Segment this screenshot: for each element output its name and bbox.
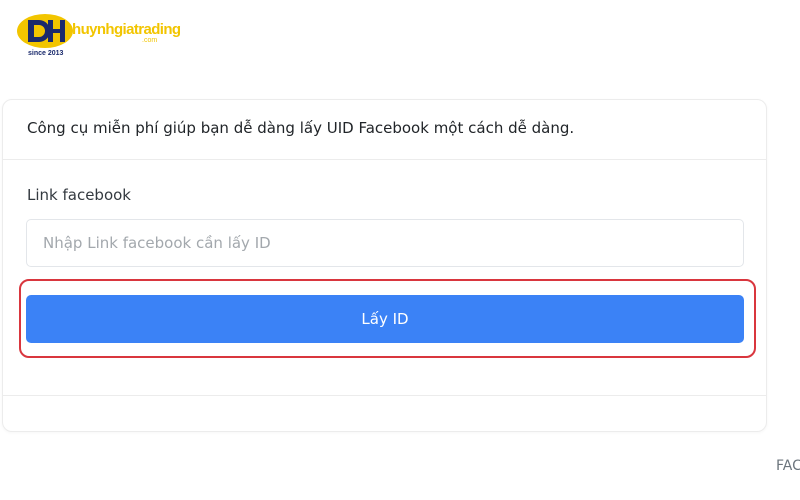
site-logo[interactable]: huynhgiatrading .com since 2013: [16, 12, 181, 60]
card-header: Công cụ miễn phí giúp bạn dễ dàng lấy UI…: [3, 100, 766, 160]
facebook-link-input[interactable]: [26, 219, 744, 267]
logo-mark-icon: [17, 14, 73, 48]
uid-tool-card: Công cụ miễn phí giúp bạn dễ dàng lấy UI…: [2, 99, 767, 432]
link-facebook-label: Link facebook: [27, 186, 131, 204]
logo-domain: .com: [142, 37, 158, 44]
edge-cutoff-text: FAC: [776, 458, 800, 474]
get-id-button[interactable]: Lấy ID: [26, 295, 744, 343]
logo-name: huynhgiatrading: [72, 21, 181, 38]
logo-since: since 2013: [28, 50, 64, 57]
card-title: Công cụ miễn phí giúp bạn dễ dàng lấy UI…: [27, 119, 575, 137]
card-footer: [3, 395, 766, 396]
